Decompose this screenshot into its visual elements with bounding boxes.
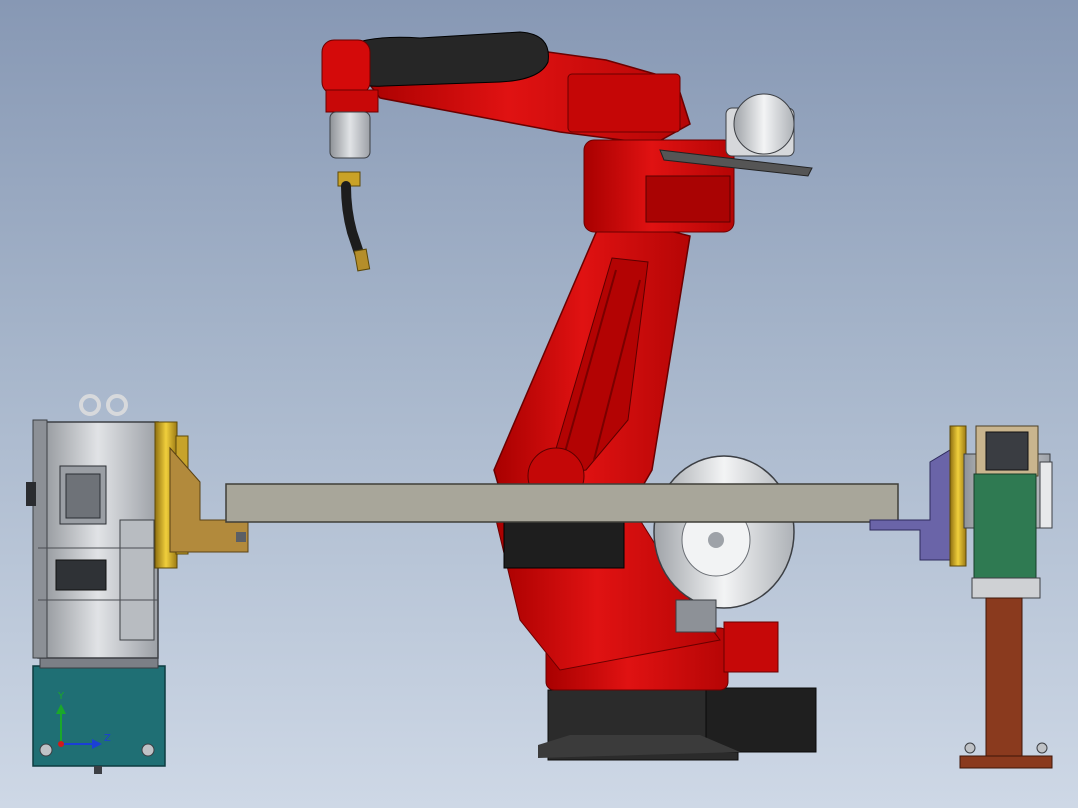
z-axis-label: Z [104,733,111,744]
robot-upper-arm[interactable] [337,31,813,233]
left-positioner-foot-pad [94,766,102,774]
torch-mount [329,111,371,159]
balancer-rod [675,599,717,633]
left-positioner-lower-panel [119,519,155,641]
left-positioner-motor-inner [65,473,101,519]
right-positioner[interactable] [869,425,1053,769]
left-positioner-foot [141,743,155,757]
right-pedestal-foot [1036,742,1048,754]
right-positioner-gear-face [985,431,1029,471]
robot-wrist [321,39,371,95]
robot-base-block [705,687,817,753]
right-positioner-disc [1039,461,1053,529]
robot-base-cap [723,621,779,673]
left-positioner-port [26,482,36,506]
cad-viewport[interactable]: Y Z [0,0,1078,808]
robot-elbow-motor [645,175,731,223]
welding-cell-model[interactable]: Y Z [0,0,1078,808]
robot-wrist-flange [325,89,379,113]
robot-joint-housing [503,521,625,569]
torch-nozzle [353,248,371,272]
y-axis-label: Y [57,691,65,702]
left-positioner-lifting-eye [106,394,128,416]
right-support-cap [971,577,1041,599]
left-positioner-lifting-eye [79,394,101,416]
left-positioner-side-plate [32,419,48,659]
left-bracket-bolt [236,532,246,542]
robot-j3-motor [567,73,681,133]
x-axis-origin [58,741,64,747]
workpiece-plate[interactable] [225,483,899,523]
right-pedestal-foot [964,742,976,754]
robot-wrist-and-torch[interactable] [321,39,379,272]
left-positioner[interactable] [26,394,249,774]
left-positioner-foot [39,743,53,757]
right-support-frame [973,473,1037,579]
wire-spool [733,93,795,155]
balancer-disc-hub [708,532,724,548]
left-positioner-gearbox [55,559,107,591]
right-pedestal-base [959,755,1053,769]
right-pedestal [985,597,1023,757]
